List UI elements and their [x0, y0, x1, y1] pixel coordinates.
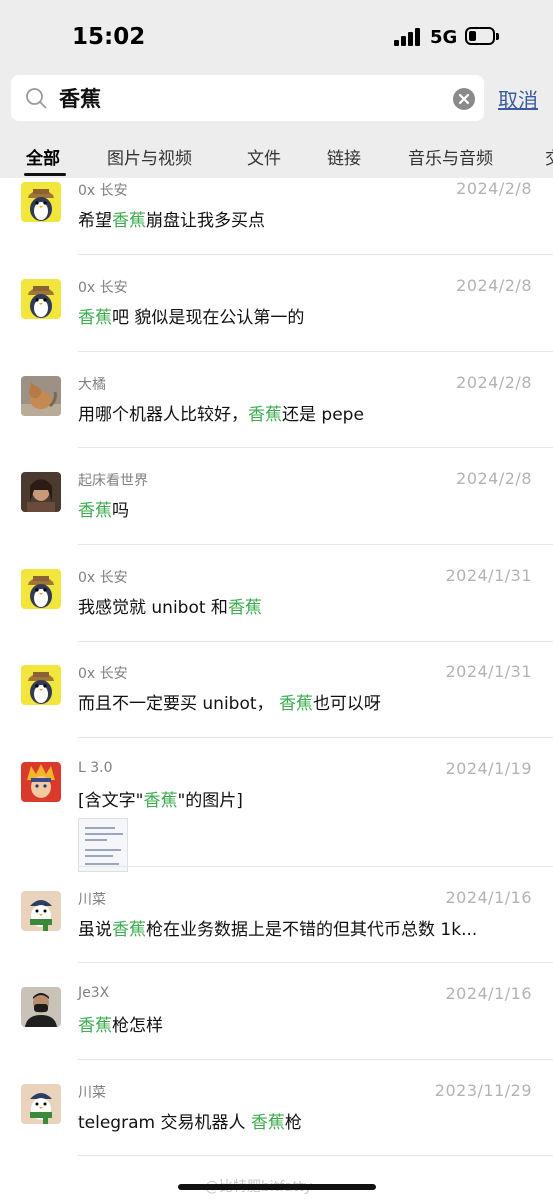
- sender-name: 大橘: [78, 377, 106, 393]
- message-date: 2024/1/16: [445, 984, 532, 1003]
- message-text: 香蕉枪怎样: [78, 1011, 533, 1036]
- message-date: 2024/2/8: [456, 469, 532, 488]
- image-thumbnail[interactable]: [78, 818, 128, 872]
- message-date: 2024/1/16: [445, 888, 532, 907]
- sender-name: 0x 长安: [78, 183, 128, 199]
- message-fragment: 崩盘让我多买点: [146, 211, 265, 231]
- message-fragment: 虽说: [78, 920, 112, 940]
- penguin-yellow-icon[interactable]: [21, 279, 61, 319]
- network-type: 5G: [430, 27, 458, 48]
- penguin-yellow-icon[interactable]: [21, 569, 61, 609]
- tab-transactions[interactable]: 交: [545, 144, 553, 169]
- tab-files[interactable]: 文件: [247, 144, 281, 169]
- status-bar: 15:02 5G: [0, 0, 553, 72]
- tab-all[interactable]: 全部: [26, 144, 60, 169]
- message-date: 2024/2/8: [456, 276, 532, 295]
- message-date: 2024/1/31: [445, 566, 532, 585]
- sender-name: 0x 长安: [78, 280, 128, 296]
- keyword-highlight: 香蕉: [250, 1113, 285, 1133]
- search-input[interactable]: [59, 81, 439, 115]
- search-icon: [26, 88, 47, 109]
- home-indicator: [178, 1184, 376, 1190]
- penguin-scarf-icon[interactable]: [21, 891, 61, 931]
- tab-links[interactable]: 链接: [327, 144, 361, 169]
- category-tabs: 全部 图片与视频 文件 链接 音乐与音频 交: [0, 130, 553, 178]
- tab-images-videos[interactable]: 图片与视频: [107, 144, 192, 169]
- message-fragment: 用哪个机器人比较好，: [78, 405, 248, 425]
- sender-name: 川菜: [78, 1085, 106, 1101]
- message-date: 2024/2/8: [456, 179, 532, 198]
- cellular-signal-icon: [394, 28, 422, 46]
- message-fragment: 枪: [284, 1113, 302, 1133]
- penguin-yellow-icon[interactable]: [21, 182, 61, 222]
- portrait-photo-icon[interactable]: [21, 472, 61, 512]
- row-divider: [78, 544, 553, 545]
- message-text: [含文字"香蕉"的图片]: [78, 786, 533, 811]
- row-divider: [78, 351, 553, 352]
- message-date: 2024/1/31: [445, 662, 532, 681]
- message-fragment: telegram 交易机器人: [78, 1113, 251, 1133]
- message-date: 2024/1/19: [445, 759, 532, 778]
- status-time: 15:02: [72, 24, 146, 50]
- search-results-list[interactable]: 0x 长安 2024/2/8 希望香蕉崩盘让我多买点 0x 长安 2024/2/8 香蕉吧…: [0, 178, 553, 1200]
- penguin-scarf-icon[interactable]: [21, 1084, 61, 1124]
- keyword-highlight: 香蕉: [248, 405, 282, 425]
- keyword-highlight: 香蕉: [112, 920, 146, 940]
- row-divider: [78, 641, 553, 642]
- sender-name: 0x 长安: [78, 570, 128, 586]
- message-text: 用哪个机器人比较好，香蕉还是 pepe: [78, 400, 533, 425]
- keyword-highlight: 香蕉: [78, 501, 112, 521]
- message-date: 2024/2/8: [456, 373, 532, 392]
- search-header: 取消: [0, 72, 553, 130]
- keyword-highlight: 香蕉: [143, 791, 178, 811]
- message-fragment: 枪在业务数据上是不错的但其代币总数 1k...: [146, 920, 478, 940]
- sender-name: 起床看世界: [78, 473, 148, 489]
- message-text: 虽说香蕉枪在业务数据上是不错的但其代币总数 1k...: [78, 915, 533, 940]
- active-tab-indicator: [24, 173, 66, 176]
- row-divider: [78, 254, 553, 255]
- battery-icon: [465, 27, 499, 47]
- search-box[interactable]: [11, 75, 484, 121]
- row-divider: [78, 962, 553, 963]
- message-fragment: [含文字": [78, 791, 144, 811]
- message-fragment: "的图片]: [177, 791, 243, 811]
- keyword-highlight: 香蕉: [278, 694, 313, 714]
- keyword-highlight: 香蕉: [78, 1016, 112, 1036]
- penguin-yellow-icon[interactable]: [21, 665, 61, 705]
- message-fragment: 吧 貌似是现在公认第一的: [112, 308, 305, 328]
- message-text: 而且不一定要买 unibot， 香蕉也可以呀: [78, 689, 533, 714]
- message-fragment: 希望: [78, 211, 112, 231]
- keyword-highlight: 香蕉: [227, 598, 262, 618]
- row-divider: [78, 1155, 553, 1156]
- sender-name: 0x 长安: [78, 666, 128, 682]
- row-divider: [78, 866, 553, 867]
- clear-search-icon[interactable]: [453, 88, 475, 110]
- message-fragment: 而且不一定要买 unibot，: [78, 694, 279, 714]
- message-text: 香蕉吧 貌似是现在公认第一的: [78, 303, 533, 328]
- row-divider: [78, 1059, 553, 1060]
- message-fragment: 还是 pepe: [282, 405, 364, 425]
- message-date: 2023/11/29: [434, 1081, 532, 1100]
- person-masked-icon[interactable]: [21, 987, 61, 1027]
- message-fragment: 也可以呀: [312, 694, 381, 714]
- sender-name: L 3.0: [78, 760, 113, 776]
- keyword-highlight: 香蕉: [112, 211, 146, 231]
- anime-character-icon[interactable]: [21, 762, 61, 802]
- message-text: 香蕉吗: [78, 496, 533, 521]
- cat-photo-icon[interactable]: [21, 376, 61, 416]
- sender-name: 川菜: [78, 892, 106, 908]
- message-fragment: 我感觉就 unibot 和: [78, 598, 228, 618]
- message-fragment: 吗: [112, 501, 129, 521]
- message-text: 希望香蕉崩盘让我多买点: [78, 206, 533, 231]
- row-divider: [78, 737, 553, 738]
- row-divider: [78, 447, 553, 448]
- message-text: 我感觉就 unibot 和香蕉: [78, 593, 533, 618]
- keyword-highlight: 香蕉: [78, 308, 112, 328]
- cancel-button[interactable]: 取消: [498, 84, 538, 113]
- message-fragment: 枪怎样: [112, 1016, 163, 1036]
- message-text: telegram 交易机器人 香蕉枪: [78, 1108, 533, 1133]
- sender-name: Je3X: [78, 985, 110, 1001]
- tab-music-audio[interactable]: 音乐与音频: [408, 144, 493, 169]
